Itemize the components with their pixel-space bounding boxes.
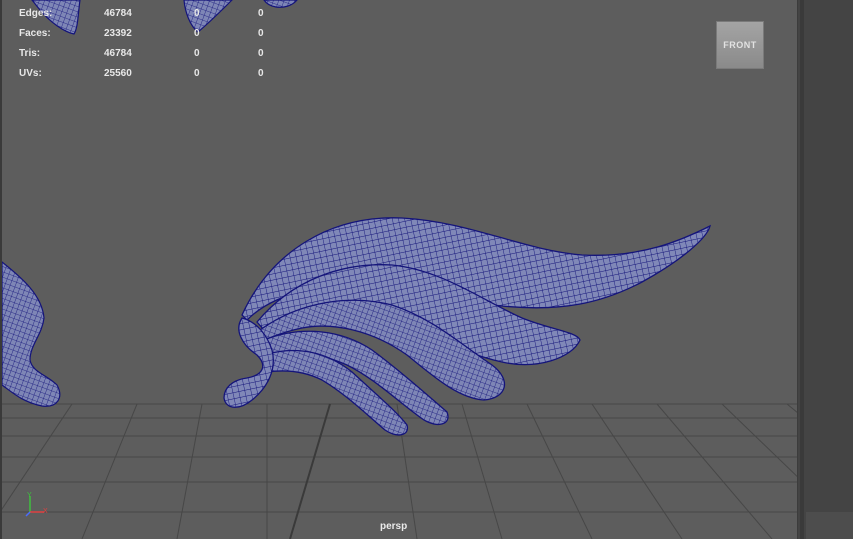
hud-row-edges: Edges: 46784 0 0	[19, 8, 279, 22]
hud-value: 25560	[104, 68, 132, 79]
hud-component: 0	[258, 28, 264, 39]
hud-component: 0	[258, 68, 264, 79]
hud-selected: 0	[194, 28, 200, 39]
right-side-panel	[798, 0, 853, 539]
axis-x-label: X	[43, 508, 48, 515]
panel-lower-block	[806, 512, 853, 539]
hud-row-uvs: UVs: 25560 0 0	[19, 68, 279, 82]
hud-row-faces: Faces: 23392 0 0	[19, 28, 279, 42]
camera-name-label: persp	[380, 521, 408, 532]
hud-value: 23392	[104, 28, 132, 39]
hud-component: 0	[258, 48, 264, 59]
wing-mesh[interactable]	[223, 217, 711, 436]
panel-divider[interactable]	[800, 0, 804, 539]
maya-window: Y X Edges: 46784 0 0 Faces: 23392 0 0 Tr…	[0, 0, 853, 539]
3d-viewport[interactable]: Y X Edges: 46784 0 0 Faces: 23392 0 0 Tr…	[0, 0, 798, 539]
partial-mesh-left	[2, 261, 61, 407]
axis-gizmo: Y X	[25, 492, 48, 517]
hud-label: UVs:	[19, 68, 42, 79]
hud-value: 46784	[104, 48, 132, 59]
hud-selected: 0	[194, 48, 200, 59]
hud-selected: 0	[194, 68, 200, 79]
hud-label: Faces:	[19, 28, 51, 39]
grid-center-axis	[289, 403, 331, 539]
hud-label: Edges:	[19, 8, 53, 19]
axis-y-label: Y	[27, 492, 32, 499]
hud-value: 46784	[104, 8, 132, 19]
hud-component: 0	[258, 8, 264, 19]
hud-row-tris: Tris: 46784 0 0	[19, 48, 279, 62]
hud-selected: 0	[194, 8, 200, 19]
hud-label: Tris:	[19, 48, 41, 59]
view-cube-front[interactable]: FRONT	[716, 21, 764, 69]
